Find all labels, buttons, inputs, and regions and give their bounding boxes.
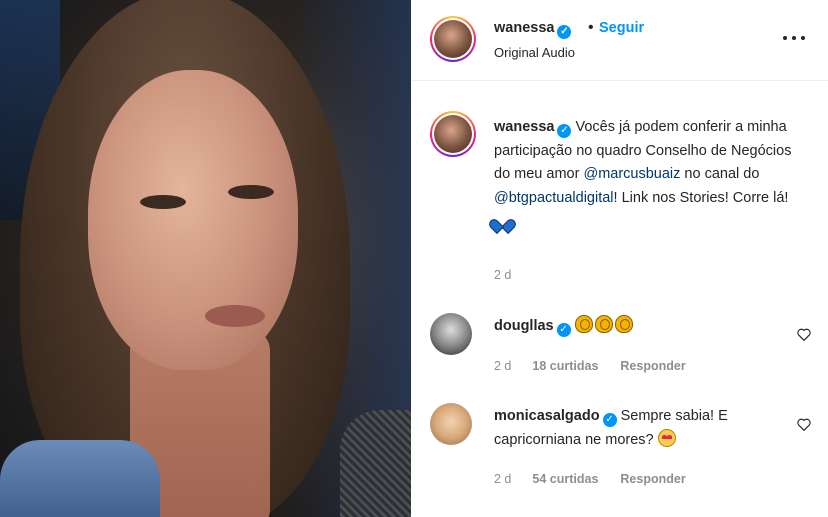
comment-text: dougllas ✓ [494, 315, 784, 339]
post-panel: wanessa ✓ • Seguir Original Audio wanessa… [411, 0, 828, 517]
commenter-username[interactable]: monicasalgado [494, 408, 600, 424]
clapping-hands-icon [594, 315, 613, 333]
commenter-avatar[interactable] [430, 403, 472, 445]
author-username-text[interactable]: wanessa [494, 20, 554, 36]
original-audio-link[interactable]: Original Audio [494, 45, 575, 60]
caption-timestamp[interactable]: 2 d [494, 268, 511, 282]
reply-button[interactable]: Responder [620, 472, 685, 486]
commenter-username[interactable]: dougllas [494, 318, 554, 334]
person-eye [140, 195, 186, 209]
comment-meta: 2 d 18 curtidas Responder [494, 359, 686, 373]
comment-text: monicasalgado ✓ Sempre sabia! E capricorn… [494, 405, 784, 452]
verified-badge-icon: ✓ [602, 413, 617, 427]
mention-link[interactable]: @btgpactualdigital [494, 190, 614, 206]
follow-button[interactable]: Seguir [599, 20, 644, 36]
separator-dot: • [588, 19, 594, 36]
caption-body-2: no canal do [684, 166, 760, 182]
post-header: wanessa ✓ • Seguir Original Audio [411, 0, 828, 81]
verified-badge-icon: ✓ [557, 25, 572, 39]
comment-likes[interactable]: 18 curtidas [532, 359, 598, 373]
reel-video[interactable] [0, 0, 411, 517]
like-heart-icon[interactable] [797, 418, 811, 431]
caption-body-3: ! Link nos Stories! Corre lá! [613, 189, 789, 206]
person-face [88, 70, 298, 370]
clapping-hands-icon [614, 315, 633, 333]
like-heart-icon[interactable] [797, 328, 811, 341]
person-eye [228, 185, 274, 199]
author-avatar[interactable] [430, 16, 476, 62]
verified-badge-icon: ✓ [557, 124, 572, 138]
author-username[interactable]: wanessa ✓ [494, 20, 572, 39]
person-sweater [0, 440, 160, 517]
comment-likes[interactable]: 54 curtidas [532, 472, 598, 486]
more-options-icon[interactable] [783, 33, 805, 43]
star-struck-icon [657, 428, 676, 447]
mention-link[interactable]: @marcusbuaiz [583, 166, 680, 182]
comment-timestamp[interactable]: 2 d [494, 472, 511, 486]
comment-meta: 2 d 54 curtidas Responder [494, 472, 686, 486]
blue-heart-icon [494, 213, 509, 226]
reply-button[interactable]: Responder [620, 359, 685, 373]
comment-timestamp[interactable]: 2 d [494, 359, 511, 373]
clapping-hands-icon [574, 315, 593, 333]
microphone [340, 410, 411, 517]
commenter-avatar[interactable] [430, 313, 472, 355]
person-lips [205, 305, 265, 327]
caption-avatar[interactable] [430, 111, 476, 157]
caption-text: wanessa ✓ Vocês já podem conferir a minha… [494, 116, 804, 234]
verified-badge-icon: ✓ [556, 323, 571, 337]
caption-username[interactable]: wanessa [494, 119, 554, 135]
